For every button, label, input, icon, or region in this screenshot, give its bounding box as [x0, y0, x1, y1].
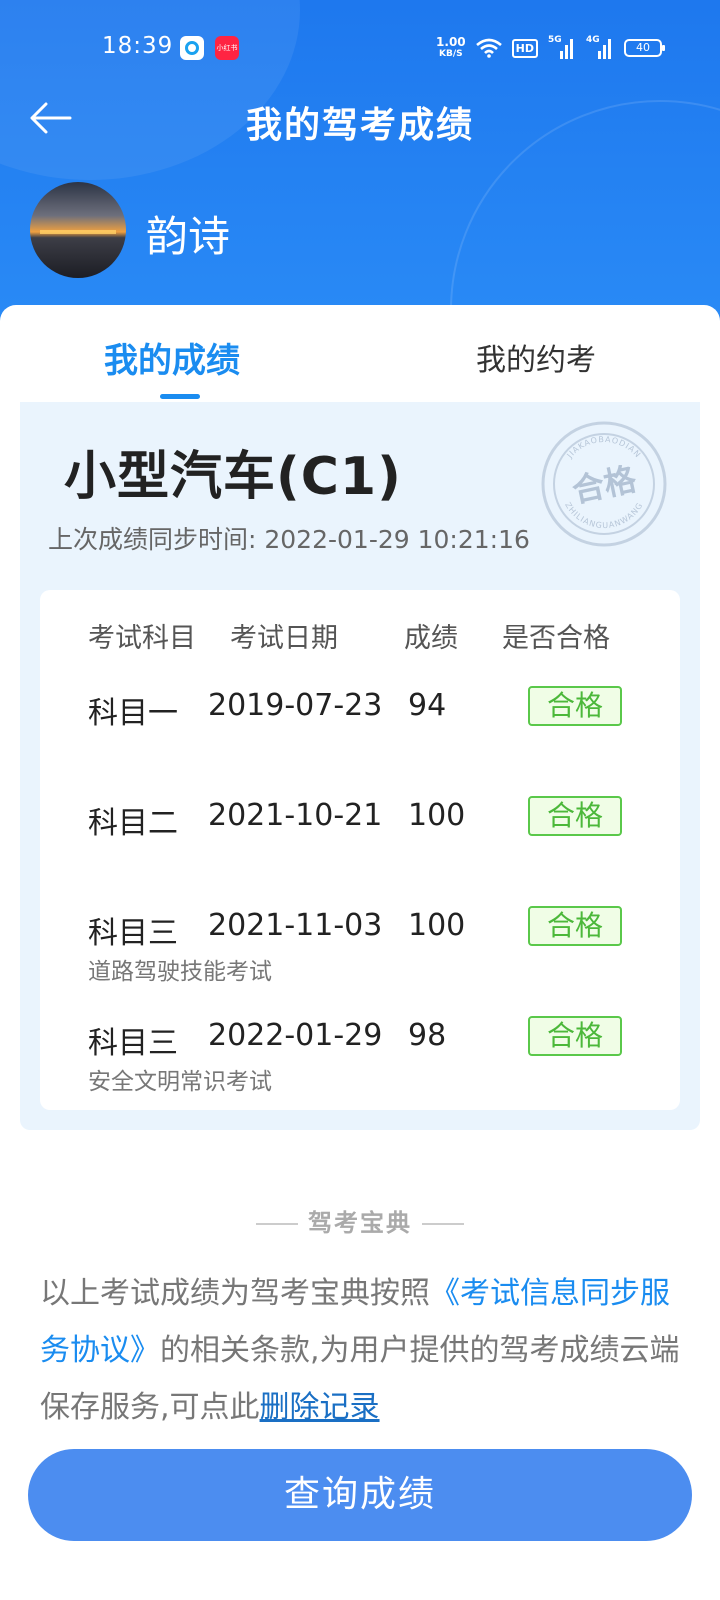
- brand-label: 驾考宝典: [308, 1209, 412, 1237]
- row-score: 98: [408, 1018, 447, 1053]
- row-subject: 科目三: [88, 1026, 178, 1061]
- delete-record-link[interactable]: 删除记录: [260, 1390, 380, 1425]
- page: 18:39 小红书 1.00 KB/S HD 5G 4G 40 我的驾考成绩 韵…: [0, 0, 720, 1600]
- pass-badge: 合格: [528, 906, 622, 946]
- table-row: 科目二 2021-10-21 100 合格: [40, 796, 680, 908]
- pass-badge: 合格: [528, 686, 622, 726]
- svg-text:JIAKAOBAODIAN: JIAKAOBAODIAN: [565, 435, 643, 461]
- row-subject: 科目二: [88, 806, 178, 841]
- battery-icon: 40: [624, 39, 665, 57]
- header: 18:39 小红书 1.00 KB/S HD 5G 4G 40 我的驾考成绩 韵…: [0, 0, 720, 340]
- svg-text:合格: 合格: [569, 460, 640, 511]
- header-score: 成绩: [404, 623, 458, 654]
- table-row: 科目一 2019-07-23 94 合格: [40, 686, 680, 798]
- header-pass: 是否合格: [502, 623, 610, 654]
- table-row: 科目三 2022-01-29 98 合格 安全文明常识考试: [40, 1016, 680, 1128]
- tab-my-scores[interactable]: 我的成绩: [104, 333, 240, 382]
- signal-4g-icon: 4G: [586, 35, 614, 59]
- sync-time: 上次成绩同步时间: 2022-01-29 10:21:16: [48, 525, 530, 554]
- tab-my-appointments[interactable]: 我的约考: [476, 335, 596, 379]
- row-date: 2019-07-23: [208, 688, 383, 723]
- license-type: 小型汽车(C1): [64, 447, 402, 507]
- table-row: 科目三 2021-11-03 100 合格 道路驾驶技能考试: [40, 906, 680, 1018]
- network-speed: 1.00 KB/S: [436, 35, 466, 59]
- notification-app-icon: [180, 36, 204, 60]
- status-bar: 18:39 小红书 1.00 KB/S HD 5G 4G 40: [0, 0, 720, 95]
- page-title: 我的驾考成绩: [245, 105, 474, 146]
- row-note: 安全文明常识考试: [88, 1069, 272, 1095]
- row-date: 2021-10-21: [208, 798, 383, 833]
- pass-badge: 合格: [528, 796, 622, 836]
- brand-divider: 驾考宝典: [0, 1203, 720, 1238]
- query-scores-button[interactable]: 查询成绩: [28, 1449, 692, 1541]
- header-subject: 考试科目: [88, 623, 196, 654]
- disclaimer-text: 以上考试成绩为驾考宝典按照《考试信息同步服务协议》的相关条款,为用户提供的驾考成…: [40, 1276, 680, 1425]
- row-note: 道路驾驶技能考试: [88, 959, 272, 985]
- username: 韵诗: [146, 212, 231, 261]
- row-date: 2021-11-03: [208, 908, 383, 943]
- score-panel: 小型汽车(C1) 上次成绩同步时间: 2022-01-29 10:21:16 J…: [20, 402, 700, 1130]
- row-score: 100: [408, 798, 466, 833]
- score-table: 考试科目 考试日期 成绩 是否合格 科目一 2019-07-23 94 合格 科…: [40, 590, 680, 1110]
- tab-indicator: [160, 394, 200, 399]
- avatar[interactable]: [30, 182, 126, 278]
- row-subject: 科目一: [88, 696, 178, 731]
- row-score: 94: [408, 688, 447, 723]
- pass-badge: 合格: [528, 1016, 622, 1056]
- row-score: 100: [408, 908, 466, 943]
- row-date: 2022-01-29: [208, 1018, 383, 1053]
- header-date: 考试日期: [230, 623, 338, 654]
- content-card: 我的成绩 我的约考 小型汽车(C1) 上次成绩同步时间: 2022-01-29 …: [0, 305, 720, 1600]
- notification-xiaohongshu-icon: 小红书: [215, 36, 239, 60]
- status-time: 18:39: [102, 33, 174, 59]
- pass-stamp-icon: JIAKAOBAODIAN ZHILIANGUANWANG 合格: [541, 421, 667, 547]
- row-subject: 科目三: [88, 916, 178, 951]
- wifi-icon: [475, 38, 502, 58]
- signal-5g-icon: 5G: [548, 35, 576, 59]
- status-indicators: 1.00 KB/S HD 5G 4G 40: [436, 34, 665, 62]
- hd-icon: HD: [511, 38, 538, 58]
